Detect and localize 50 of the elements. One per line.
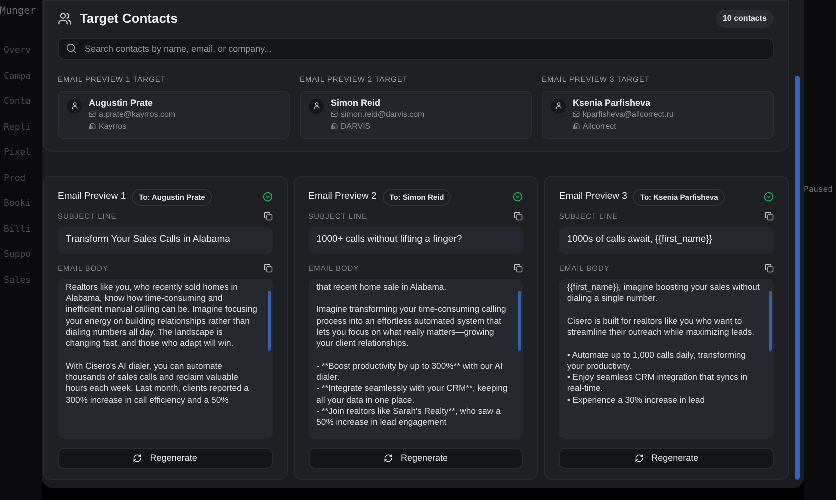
mail-icon (573, 111, 580, 118)
contact-card[interactable]: Augustin Prate a.prate@kayrros.com Kayrros (58, 90, 290, 139)
scrollbar-icon (518, 290, 522, 351)
preview-title: Email Preview 1 (58, 190, 126, 204)
contact-company: Allcorrect (583, 120, 616, 133)
avatar-icon (67, 98, 82, 114)
refresh-icon (384, 454, 393, 463)
building-icon (89, 123, 96, 130)
preview-title: Email Preview 2 (308, 190, 377, 204)
users-icon (58, 12, 72, 26)
contact-name: Simon Reid (331, 96, 382, 109)
mail-icon (331, 111, 338, 118)
subject-field[interactable]: 1000s of calls await, {{first_name}} (559, 227, 774, 254)
avatar-icon (309, 98, 324, 114)
status-text: Paused (804, 185, 833, 194)
refresh-icon (634, 454, 644, 463)
regenerate-button[interactable]: Regenerate (559, 448, 774, 469)
contact-email: kparfisheva@allcorrect.ru (583, 108, 674, 121)
contact-name: Augustin Prate (89, 96, 154, 109)
avatar-icon (551, 98, 566, 114)
copy-icon[interactable] (514, 264, 524, 273)
search-field[interactable]: Search contacts by name, email, or company... (58, 38, 774, 60)
copy-icon[interactable] (765, 264, 774, 273)
building-icon (573, 123, 580, 130)
app-title: Munger (0, 5, 38, 19)
scrollbar-icon (268, 290, 271, 351)
subject-field[interactable]: Transform Your Sales Calls in Alabama (58, 227, 273, 254)
copy-icon[interactable] (765, 212, 774, 222)
regenerate-button[interactable]: Regenerate (308, 448, 524, 469)
copy-icon[interactable] (514, 212, 524, 222)
contact-name: Ksenia Parfisheva (573, 96, 652, 109)
contact-email: simon.reid@darvis.com (341, 108, 425, 121)
preview-title: Email Preview 3 (559, 190, 628, 204)
copy-icon[interactable] (264, 264, 273, 273)
contact-card[interactable]: Simon Reid simon.reid@darvis.com DARVIS (300, 90, 532, 139)
mail-icon (89, 111, 96, 118)
contact-email: a.prate@kayrros.com (99, 108, 176, 121)
contact-card[interactable]: Ksenia Parfisheva kparfisheva@allcorrect.ru Allcorrect (542, 90, 774, 139)
contact-company: Kayrros (99, 120, 127, 133)
contact-company: DARVIS (341, 120, 371, 133)
search-icon (66, 43, 77, 54)
building-icon (331, 123, 338, 130)
copy-icon[interactable] (264, 212, 273, 222)
regenerate-button[interactable]: Regenerate (58, 448, 273, 469)
refresh-icon (133, 454, 142, 463)
subject-field[interactable]: 1000+ calls without lifting a finger? (308, 227, 524, 254)
contacts-count: 10 contacts (716, 10, 774, 28)
scrollbar-icon (794, 76, 800, 480)
panel-title: Target Contacts (80, 10, 178, 28)
scrollbar-icon (769, 290, 772, 351)
